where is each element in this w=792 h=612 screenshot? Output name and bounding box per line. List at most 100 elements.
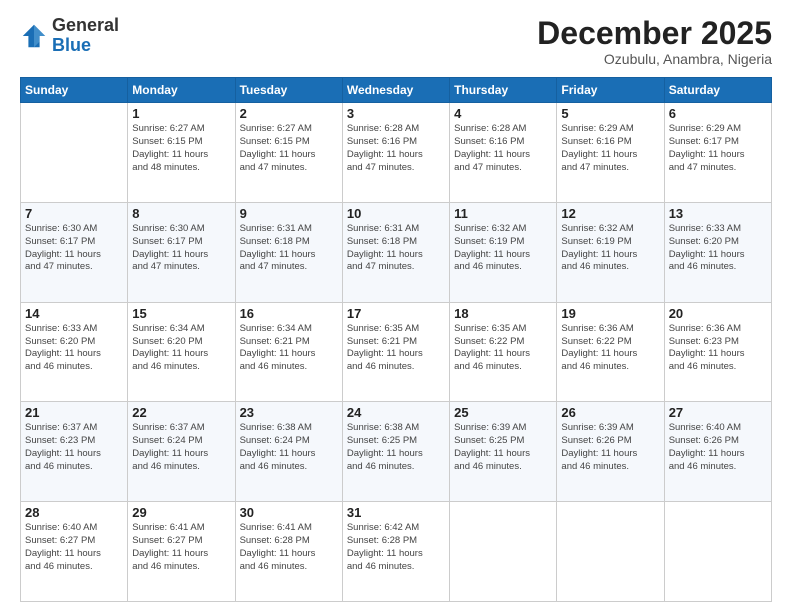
day-number: 16 (240, 306, 338, 321)
day-info: Sunrise: 6:40 AM Sunset: 6:26 PM Dayligh… (669, 422, 767, 473)
calendar-week-5: 28 Sunrise: 6:40 AM Sunset: 6:27 PM Dayli… (21, 502, 772, 602)
day-info: Sunrise: 6:29 AM Sunset: 6:16 PM Dayligh… (561, 123, 659, 174)
day-number: 14 (25, 306, 123, 321)
day-info: Sunrise: 6:37 AM Sunset: 6:23 PM Dayligh… (25, 422, 123, 473)
day-info: Sunrise: 6:41 AM Sunset: 6:28 PM Dayligh… (240, 522, 338, 573)
day-number: 22 (132, 405, 230, 420)
day-info: Sunrise: 6:36 AM Sunset: 6:23 PM Dayligh… (669, 323, 767, 374)
day-number: 19 (561, 306, 659, 321)
day-info: Sunrise: 6:28 AM Sunset: 6:16 PM Dayligh… (347, 123, 445, 174)
day-number: 3 (347, 106, 445, 121)
day-number: 1 (132, 106, 230, 121)
calendar-week-4: 21 Sunrise: 6:37 AM Sunset: 6:23 PM Dayli… (21, 402, 772, 502)
day-info: Sunrise: 6:33 AM Sunset: 6:20 PM Dayligh… (25, 323, 123, 374)
calendar-week-2: 7 Sunrise: 6:30 AM Sunset: 6:17 PM Daylig… (21, 202, 772, 302)
day-number: 12 (561, 206, 659, 221)
day-number: 31 (347, 505, 445, 520)
day-number: 25 (454, 405, 552, 420)
day-number: 9 (240, 206, 338, 221)
day-info: Sunrise: 6:34 AM Sunset: 6:21 PM Dayligh… (240, 323, 338, 374)
calendar-cell: 16 Sunrise: 6:34 AM Sunset: 6:21 PM Dayli… (235, 302, 342, 402)
day-number: 6 (669, 106, 767, 121)
day-number: 13 (669, 206, 767, 221)
day-info: Sunrise: 6:32 AM Sunset: 6:19 PM Dayligh… (561, 223, 659, 274)
calendar-header-row: SundayMondayTuesdayWednesdayThursdayFrid… (21, 78, 772, 103)
calendar-cell: 9Sunrise: 6:31 AM Sunset: 6:18 PM Daylig… (235, 202, 342, 302)
calendar-cell: 31 Sunrise: 6:42 AM Sunset: 6:28 PM Dayli… (342, 502, 449, 602)
day-info: Sunrise: 6:30 AM Sunset: 6:17 PM Dayligh… (25, 223, 123, 274)
calendar-header-wednesday: Wednesday (342, 78, 449, 103)
calendar-header-sunday: Sunday (21, 78, 128, 103)
calendar-cell: 8Sunrise: 6:30 AM Sunset: 6:17 PM Daylig… (128, 202, 235, 302)
day-number: 27 (669, 405, 767, 420)
calendar-cell: 27 Sunrise: 6:40 AM Sunset: 6:26 PM Dayli… (664, 402, 771, 502)
calendar-cell: 11 Sunrise: 6:32 AM Sunset: 6:19 PM Dayli… (450, 202, 557, 302)
day-number: 8 (132, 206, 230, 221)
calendar-cell: 7 Sunrise: 6:30 AM Sunset: 6:17 PM Daylig… (21, 202, 128, 302)
calendar-cell: 13 Sunrise: 6:33 AM Sunset: 6:20 PM Dayli… (664, 202, 771, 302)
day-info: Sunrise: 6:32 AM Sunset: 6:19 PM Dayligh… (454, 223, 552, 274)
calendar-cell: 23 Sunrise: 6:38 AM Sunset: 6:24 PM Dayli… (235, 402, 342, 502)
day-number: 5 (561, 106, 659, 121)
header: General Blue December 2025 Ozubulu, Anam… (20, 16, 772, 67)
logo-icon (20, 22, 48, 50)
logo-general: General (52, 15, 119, 35)
day-info: Sunrise: 6:28 AM Sunset: 6:16 PM Dayligh… (454, 123, 552, 174)
day-number: 28 (25, 505, 123, 520)
calendar-cell: 10 Sunrise: 6:31 AM Sunset: 6:18 PM Dayli… (342, 202, 449, 302)
day-number: 21 (25, 405, 123, 420)
calendar-cell: 6Sunrise: 6:29 AM Sunset: 6:17 PM Daylig… (664, 103, 771, 203)
day-info: Sunrise: 6:41 AM Sunset: 6:27 PM Dayligh… (132, 522, 230, 573)
day-info: Sunrise: 6:42 AM Sunset: 6:28 PM Dayligh… (347, 522, 445, 573)
calendar-cell: 25 Sunrise: 6:39 AM Sunset: 6:25 PM Dayli… (450, 402, 557, 502)
title-block: December 2025 Ozubulu, Anambra, Nigeria (537, 16, 772, 67)
day-info: Sunrise: 6:35 AM Sunset: 6:22 PM Dayligh… (454, 323, 552, 374)
calendar-header-friday: Friday (557, 78, 664, 103)
calendar-cell: 15 Sunrise: 6:34 AM Sunset: 6:20 PM Dayli… (128, 302, 235, 402)
calendar-cell (557, 502, 664, 602)
calendar-cell: 26Sunrise: 6:39 AM Sunset: 6:26 PM Dayli… (557, 402, 664, 502)
day-info: Sunrise: 6:31 AM Sunset: 6:18 PM Dayligh… (347, 223, 445, 274)
day-number: 29 (132, 505, 230, 520)
day-number: 4 (454, 106, 552, 121)
day-info: Sunrise: 6:40 AM Sunset: 6:27 PM Dayligh… (25, 522, 123, 573)
day-info: Sunrise: 6:38 AM Sunset: 6:25 PM Dayligh… (347, 422, 445, 473)
day-info: Sunrise: 6:34 AM Sunset: 6:20 PM Dayligh… (132, 323, 230, 374)
day-number: 10 (347, 206, 445, 221)
month-title: December 2025 (537, 16, 772, 51)
logo: General Blue (20, 16, 119, 56)
day-info: Sunrise: 6:36 AM Sunset: 6:22 PM Dayligh… (561, 323, 659, 374)
day-info: Sunrise: 6:35 AM Sunset: 6:21 PM Dayligh… (347, 323, 445, 374)
day-number: 30 (240, 505, 338, 520)
calendar-header-tuesday: Tuesday (235, 78, 342, 103)
calendar-cell (21, 103, 128, 203)
calendar-cell: 29 Sunrise: 6:41 AM Sunset: 6:27 PM Dayli… (128, 502, 235, 602)
day-info: Sunrise: 6:33 AM Sunset: 6:20 PM Dayligh… (669, 223, 767, 274)
day-info: Sunrise: 6:38 AM Sunset: 6:24 PM Dayligh… (240, 422, 338, 473)
day-number: 17 (347, 306, 445, 321)
day-number: 15 (132, 306, 230, 321)
day-number: 11 (454, 206, 552, 221)
day-number: 2 (240, 106, 338, 121)
day-number: 7 (25, 206, 123, 221)
calendar-cell (450, 502, 557, 602)
calendar-cell: 3 Sunrise: 6:28 AM Sunset: 6:16 PM Daylig… (342, 103, 449, 203)
calendar-header-thursday: Thursday (450, 78, 557, 103)
calendar-cell: 22 Sunrise: 6:37 AM Sunset: 6:24 PM Dayli… (128, 402, 235, 502)
calendar-cell: 21 Sunrise: 6:37 AM Sunset: 6:23 PM Dayli… (21, 402, 128, 502)
logo-text: General Blue (52, 16, 119, 56)
day-number: 26 (561, 405, 659, 420)
calendar-cell (664, 502, 771, 602)
logo-blue: Blue (52, 35, 91, 55)
page: General Blue December 2025 Ozubulu, Anam… (0, 0, 792, 612)
day-number: 24 (347, 405, 445, 420)
calendar-week-1: 1Sunrise: 6:27 AM Sunset: 6:15 PM Daylig… (21, 103, 772, 203)
calendar-header-monday: Monday (128, 78, 235, 103)
day-info: Sunrise: 6:37 AM Sunset: 6:24 PM Dayligh… (132, 422, 230, 473)
day-info: Sunrise: 6:39 AM Sunset: 6:25 PM Dayligh… (454, 422, 552, 473)
day-number: 20 (669, 306, 767, 321)
calendar-cell: 28 Sunrise: 6:40 AM Sunset: 6:27 PM Dayli… (21, 502, 128, 602)
calendar-cell: 5 Sunrise: 6:29 AM Sunset: 6:16 PM Daylig… (557, 103, 664, 203)
day-number: 23 (240, 405, 338, 420)
calendar-week-3: 14 Sunrise: 6:33 AM Sunset: 6:20 PM Dayli… (21, 302, 772, 402)
